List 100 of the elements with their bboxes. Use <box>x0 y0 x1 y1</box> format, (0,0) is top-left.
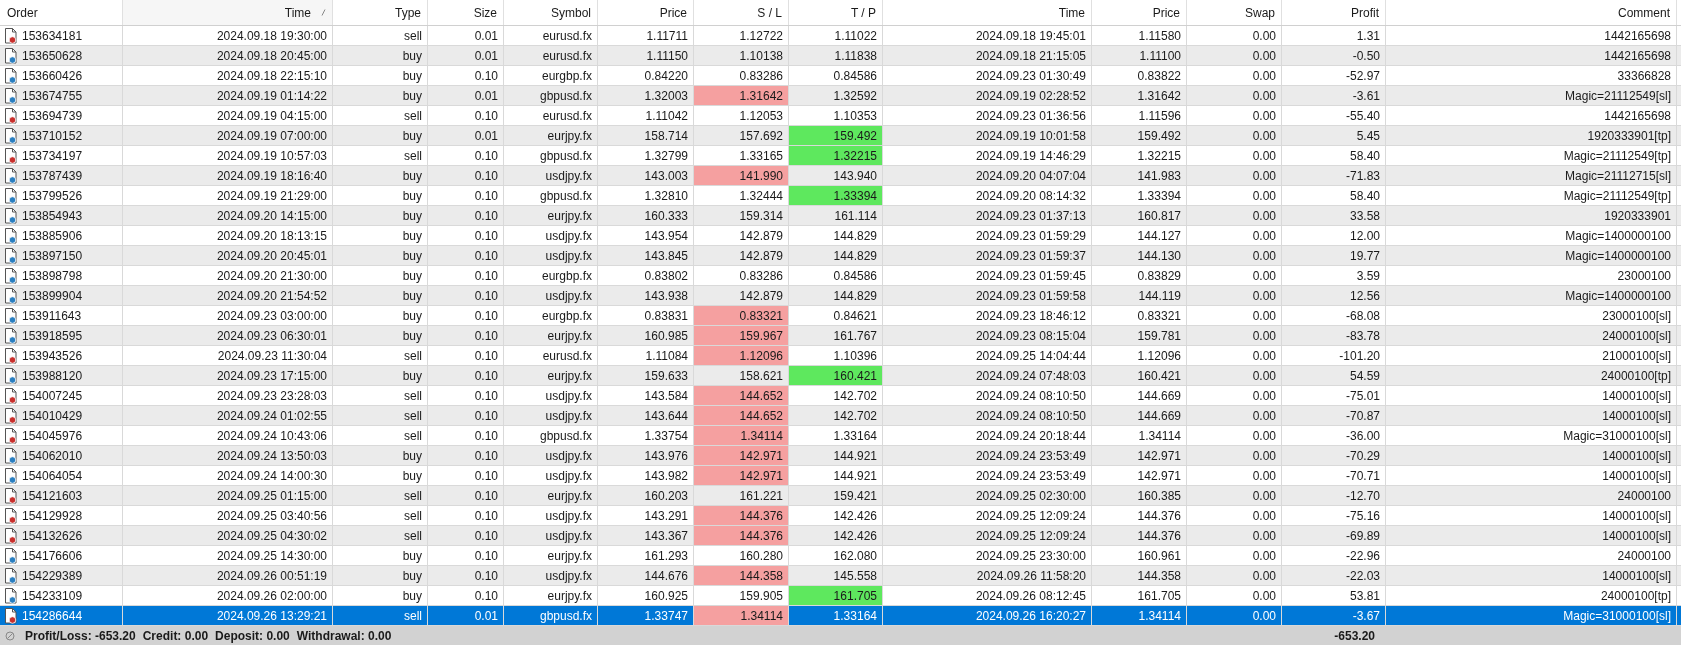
table-cell: 1.32215 <box>789 146 883 165</box>
table-cell: gbpusd.fx <box>504 426 598 445</box>
table-cell: Magic=31000100[sl] <box>1386 606 1677 625</box>
table-row[interactable]: 153710152 2024.09.19 07:00:00 buy 0.01 eurjpy.fx 158.714 157.692 159.492 2024.09.19 10:01:58 159.492 0.00 5.45 1920333901[tp] <box>0 126 1681 146</box>
table-cell: 142.702 <box>789 386 883 405</box>
table-cell: eurgbp.fx <box>504 266 598 285</box>
table-cell: 2024.09.24 13:50:03 <box>123 446 333 465</box>
table-cell-text: 153787439 <box>22 167 83 185</box>
table-cell: 2024.09.19 07:00:00 <box>123 126 333 145</box>
table-row[interactable]: 153787439 2024.09.19 18:16:40 buy 0.10 usdjpy.fx 143.003 141.990 143.940 2024.09.20 04:07:04 141.983 0.00 -71.83 Magic=21112715[sl] <box>0 166 1681 186</box>
table-cell: eurjpy.fx <box>504 586 598 605</box>
table-cell: buy <box>333 466 428 485</box>
table-cell: 0.10 <box>428 446 504 465</box>
table-cell: 2024.09.25 14:30:00 <box>123 546 333 565</box>
table-cell: 0.01 <box>428 46 504 65</box>
table-cell-text: 153674755 <box>22 87 83 105</box>
table-cell: buy <box>333 546 428 565</box>
table-row[interactable]: 153988120 2024.09.23 17:15:00 buy 0.10 eurjpy.fx 159.633 158.621 160.421 2024.09.24 07:48:03 160.421 0.00 54.59 24000100[tp] <box>0 366 1681 386</box>
table-cell: 2024.09.18 22:15:10 <box>123 66 333 85</box>
table-cell: 0.00 <box>1187 326 1282 345</box>
table-cell: -3.67 <box>1282 606 1386 625</box>
table-cell: 58.40 <box>1282 146 1386 165</box>
table-cell: eurjpy.fx <box>504 206 598 225</box>
table-cell: 0.10 <box>428 526 504 545</box>
table-cell: 1.34114 <box>1092 426 1187 445</box>
table-cell-text: 153634181 <box>22 27 83 45</box>
table-cell: 160.961 <box>1092 546 1187 565</box>
table-row[interactable]: 153918595 2024.09.23 06:30:01 buy 0.10 eurjpy.fx 160.985 159.967 161.767 2024.09.23 08:15:04 159.781 0.00 -83.78 24000100[sl] <box>0 326 1681 346</box>
table-cell: 158.714 <box>598 126 694 145</box>
table-cell: 0.00 <box>1187 266 1282 285</box>
table-cell: 142.971 <box>1092 446 1187 465</box>
table-cell: -12.70 <box>1282 486 1386 505</box>
table-cell: 2024.09.23 01:59:37 <box>883 246 1092 265</box>
table-cell: 0.00 <box>1187 566 1282 585</box>
table-cell: 0.00 <box>1187 586 1282 605</box>
table-cell-text: 154062010 <box>22 447 83 465</box>
table-cell: Magic=21112549[tp] <box>1386 146 1677 165</box>
table-cell: 144.376 <box>1092 526 1187 545</box>
table-cell: usdjpy.fx <box>504 386 598 405</box>
table-cell: buy <box>333 366 428 385</box>
table-cell: 0.10 <box>428 426 504 445</box>
table-row[interactable]: 153650628 2024.09.18 20:45:00 buy 0.01 eurusd.fx 1.11150 1.10138 1.11838 2024.09.18 21:15:05 1.11100 0.00 -0.50 1442165698 <box>0 46 1681 66</box>
column-header[interactable]: Time <box>123 0 333 25</box>
table-cell: buy <box>333 126 428 145</box>
table-row[interactable]: 154229389 2024.09.26 00:51:19 buy 0.10 usdjpy.fx 144.676 144.358 145.558 2024.09.26 11:58:20 144.358 0.00 -22.03 14000100[sl] <box>0 566 1681 586</box>
table-cell: 0.00 <box>1187 426 1282 445</box>
table-cell: buy <box>333 286 428 305</box>
table-row[interactable]: 153674755 2024.09.19 01:14:22 buy 0.01 gbpusd.fx 1.32003 1.31642 1.32592 2024.09.19 02:28:52 1.31642 0.00 -3.61 Magic=21112549[sl] <box>0 86 1681 106</box>
table-cell: 2024.09.25 14:04:44 <box>883 346 1092 365</box>
table-cell: 19.77 <box>1282 246 1386 265</box>
table-cell: 53.81 <box>1282 586 1386 605</box>
table-cell: 0.83802 <box>598 266 694 285</box>
table-cell: 1.11150 <box>598 46 694 65</box>
table-row[interactable]: 153854943 2024.09.20 14:15:00 buy 0.10 eurjpy.fx 160.333 159.314 161.114 2024.09.23 01:37:13 160.817 0.00 33.58 1920333901 <box>0 206 1681 226</box>
table-cell: 144.669 <box>1092 386 1187 405</box>
table-cell: 12.00 <box>1282 226 1386 245</box>
table-row[interactable]: 154010429 2024.09.24 01:02:55 sell 0.10 usdjpy.fx 143.644 144.652 142.702 2024.09.24 08:10:50 144.669 0.00 -70.87 14000100[sl] <box>0 406 1681 426</box>
table-cell: 0.00 <box>1187 486 1282 505</box>
table-cell: 0.00 <box>1187 106 1282 125</box>
table-cell: 0.00 <box>1187 186 1282 205</box>
table-cell: buy <box>333 166 428 185</box>
table-row[interactable]: 154286644 2024.09.26 13:29:21 sell 0.01 gbpusd.fx 1.33747 1.34114 1.33164 2024.09.26 16:20:27 1.34114 0.00 -3.67 Magic=31000100[sl] <box>0 606 1681 626</box>
table-cell: 0.00 <box>1187 246 1282 265</box>
table-row[interactable]: 154121603 2024.09.25 01:15:00 sell 0.10 eurjpy.fx 160.203 161.221 159.421 2024.09.25 02:30:00 160.385 0.00 -12.70 24000100 <box>0 486 1681 506</box>
table-cell: -36.00 <box>1282 426 1386 445</box>
table-cell: 1442165698 <box>1386 46 1677 65</box>
table-cell: 2024.09.23 01:59:29 <box>883 226 1092 245</box>
table-cell: 0.10 <box>428 246 504 265</box>
table-cell: 0.00 <box>1187 286 1282 305</box>
table-cell: 0.10 <box>428 146 504 165</box>
table-cell: 2024.09.26 00:51:19 <box>123 566 333 585</box>
table-cell: 0.10 <box>428 266 504 285</box>
table-cell: -75.16 <box>1282 506 1386 525</box>
table-cell: 24000100 <box>1386 546 1677 565</box>
table-cell: 144.376 <box>694 526 789 545</box>
table-cell: 2024.09.20 18:13:15 <box>123 226 333 245</box>
table-row[interactable]: 153897150 2024.09.20 20:45:01 buy 0.10 usdjpy.fx 143.845 142.879 144.829 2024.09.23 01:59:37 144.130 0.00 19.77 Magic=1400000100 <box>0 246 1681 266</box>
table-cell: 1.34114 <box>694 426 789 445</box>
table-cell: 0.00 <box>1187 86 1282 105</box>
table-cell: 2024.09.19 01:14:22 <box>123 86 333 105</box>
table-cell: 2024.09.18 21:15:05 <box>883 46 1092 65</box>
table-cell: 1.33164 <box>789 426 883 445</box>
table-cell: 142.702 <box>789 406 883 425</box>
table-row[interactable]: 154062010 2024.09.24 13:50:03 buy 0.10 usdjpy.fx 143.976 142.971 144.921 2024.09.24 23:53:49 142.971 0.00 -70.29 14000100[sl] <box>0 446 1681 466</box>
table-cell-text: 154176606 <box>22 547 83 565</box>
table-cell: 159.781 <box>1092 326 1187 345</box>
table-cell: 2024.09.26 08:12:45 <box>883 586 1092 605</box>
table-row[interactable]: 153899904 2024.09.20 21:54:52 buy 0.10 usdjpy.fx 143.938 142.879 144.829 2024.09.23 01:59:58 144.119 0.00 12.56 Magic=1400000100 <box>0 286 1681 306</box>
table-cell: 0.01 <box>428 126 504 145</box>
table-cell: 1.32592 <box>789 86 883 105</box>
table-cell: 0.00 <box>1187 26 1282 45</box>
table-cell: 3.59 <box>1282 266 1386 285</box>
table-row[interactable]: 154132626 2024.09.25 04:30:02 sell 0.10 usdjpy.fx 143.367 144.376 142.426 2024.09.25 12:09:24 144.376 0.00 -69.89 14000100[sl] <box>0 526 1681 546</box>
table-cell: 0.00 <box>1187 206 1282 225</box>
table-cell: 144.829 <box>789 246 883 265</box>
table-cell: 2024.09.25 12:09:24 <box>883 526 1092 545</box>
table-cell-text: 154064054 <box>22 467 83 485</box>
table-cell: 144.652 <box>694 386 789 405</box>
table-cell: 0.10 <box>428 386 504 405</box>
table-cell: sell <box>333 346 428 365</box>
